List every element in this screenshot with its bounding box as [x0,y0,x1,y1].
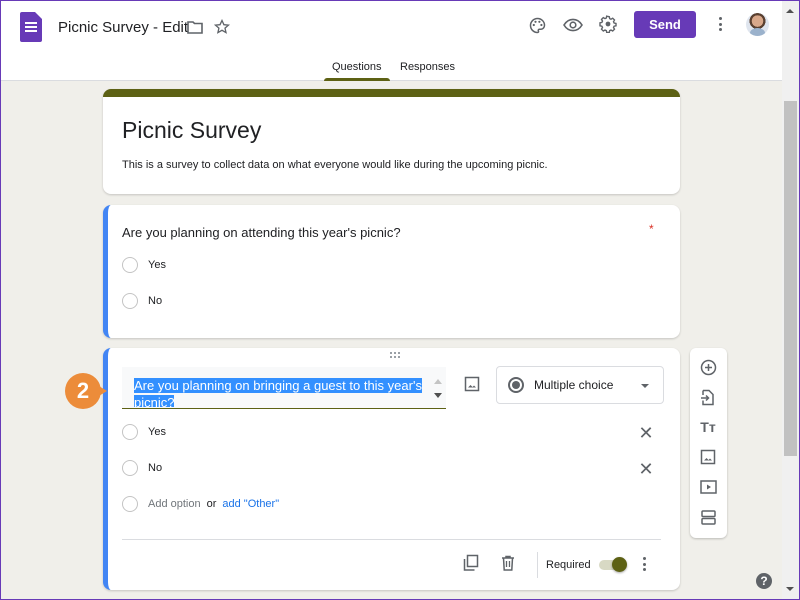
option-item: Yes [122,424,166,440]
radio-button [122,424,138,440]
scroll-up-arrow-icon[interactable] [786,9,794,13]
add-other-link[interactable]: add "Other" [222,498,279,510]
settings-gear-icon[interactable] [598,14,618,34]
form-header-card[interactable]: Picnic Survey This is a survey to collec… [103,89,680,194]
add-video-icon[interactable] [699,478,717,496]
question-title-input[interactable]: Are you planning on bringing a guest to … [122,367,446,409]
option-label[interactable]: No [148,462,162,474]
tab-bar: Questions Responses [1,55,782,81]
step-number: 2 [65,373,101,409]
app-header: Picnic Survey - Edit Send Questions Resp… [1,1,782,81]
star-icon[interactable] [213,18,231,36]
scroll-thumb[interactable] [784,101,797,456]
textarea-scroll-arrows[interactable] [433,379,443,403]
question-card-active[interactable]: Are you planning on bringing a guest to … [103,348,680,590]
radio-button [122,460,138,476]
radio-button[interactable] [122,293,138,309]
remove-option-close-icon[interactable]: ✕ [638,424,654,442]
add-option-link[interactable]: Add option [148,498,201,510]
question-type-dropdown[interactable]: Multiple choice [496,366,664,404]
remove-option-close-icon[interactable]: ✕ [638,460,654,478]
option-label: Yes [148,259,166,271]
tab-responses[interactable]: Responses [400,61,455,73]
scroll-down-arrow-icon[interactable] [786,587,794,591]
option-label: No [148,295,163,307]
dropdown-caret-icon [641,384,649,388]
required-marker: * [649,222,654,236]
add-title-icon[interactable]: Tт [699,418,717,436]
question-title-selected-text[interactable]: Are you planning on bringing a guest to … [134,378,422,407]
footer-divider [122,539,661,540]
question-type-label: Multiple choice [534,378,614,392]
option-item: No [122,460,162,476]
duplicate-icon[interactable] [462,554,480,572]
avatar[interactable] [746,13,769,36]
folder-icon[interactable] [186,19,204,35]
preview-eye-icon[interactable] [562,15,584,35]
form-title[interactable]: Picnic Survey [122,117,261,144]
question-more-options-icon[interactable] [643,557,646,571]
floating-toolbar: Tт [690,348,727,538]
forms-logo-icon[interactable] [20,12,42,42]
add-image-icon[interactable] [464,376,480,392]
document-title[interactable]: Picnic Survey - Edit [58,19,188,36]
or-label: or [206,498,217,510]
add-image-icon[interactable] [699,448,717,466]
question-card[interactable]: Are you planning on attending this year'… [103,205,680,338]
active-tab-indicator [324,78,390,81]
option-label[interactable]: Yes [148,426,166,438]
vertical-scrollbar[interactable] [782,1,799,599]
tab-questions[interactable]: Questions [332,61,382,73]
more-vert-icon[interactable] [719,17,722,31]
import-questions-icon[interactable] [699,388,717,406]
vertical-divider [537,552,538,578]
send-button[interactable]: Send [634,11,696,38]
add-section-icon[interactable] [699,508,717,526]
question-title: Are you planning on attending this year'… [122,225,401,240]
drag-handle-icon[interactable] [390,352,404,360]
add-option-row: Add option or add "Other" [122,496,279,512]
step-callout: 2 [65,373,107,413]
add-question-icon[interactable] [699,358,717,376]
option-item: Yes [122,257,166,273]
help-icon[interactable]: ? [756,573,772,589]
radio-type-icon [508,377,524,393]
delete-trash-icon[interactable] [499,554,517,572]
palette-icon[interactable] [527,15,547,35]
option-item: No [122,293,162,309]
radio-button [122,496,138,512]
form-description[interactable]: This is a survey to collect data on what… [122,159,548,171]
radio-button[interactable] [122,257,138,273]
required-label: Required [546,559,591,571]
required-toggle[interactable] [599,557,629,572]
